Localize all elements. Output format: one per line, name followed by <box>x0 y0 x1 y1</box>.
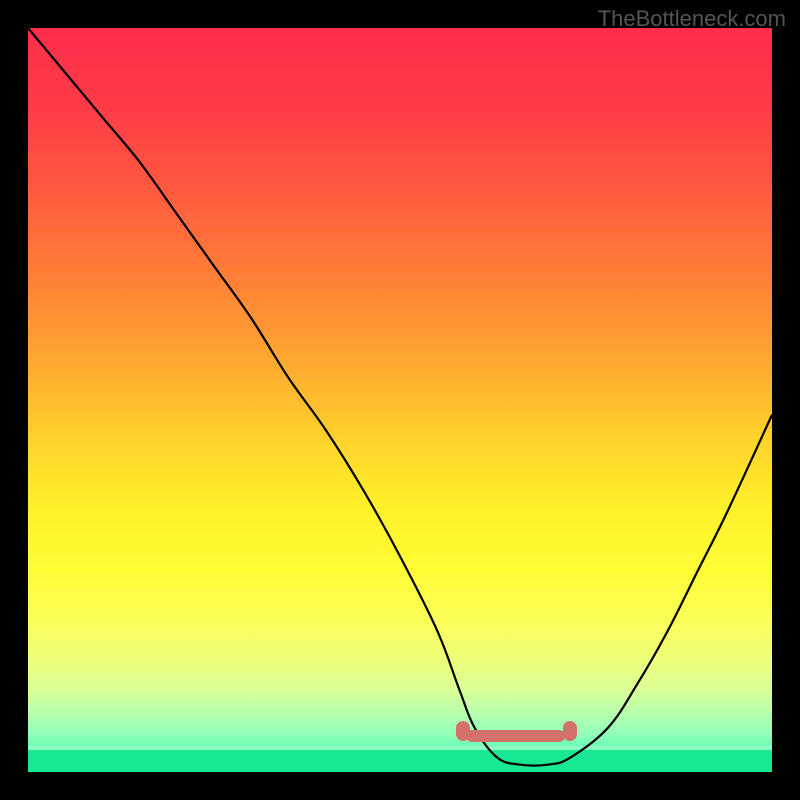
trough-dot-right <box>563 721 577 741</box>
chart-plot-area <box>28 28 772 772</box>
trough-dot-left <box>456 721 470 741</box>
trough-highlight-bar <box>466 730 566 742</box>
watermark-text: TheBottleneck.com <box>598 6 786 32</box>
chart-bottom-band <box>28 750 772 772</box>
